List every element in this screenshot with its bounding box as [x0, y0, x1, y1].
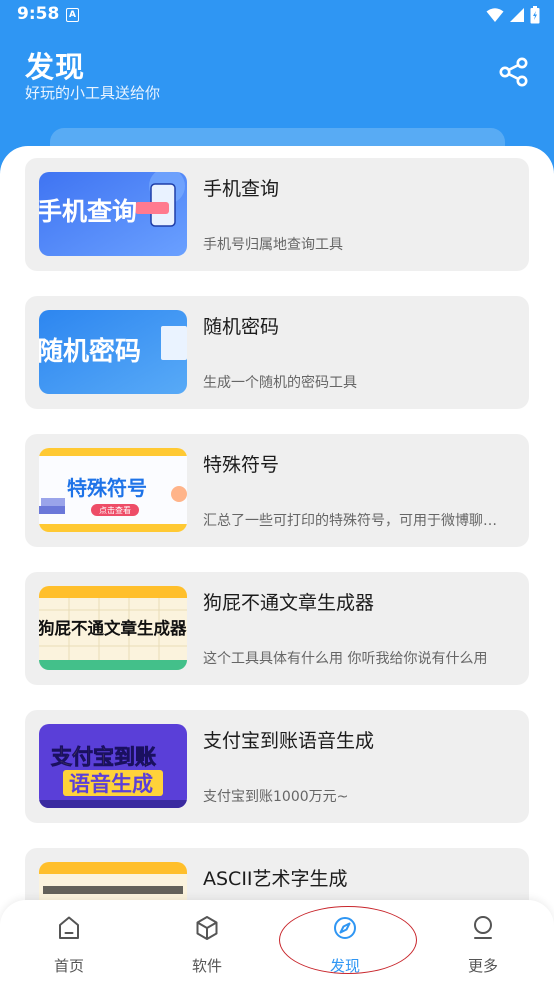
bottom-nav: 首页 软件 发现 更多 [0, 900, 554, 984]
thumb-text: 狗屁不通文章生成器 [39, 618, 187, 638]
nav-item-software[interactable]: 软件 [138, 900, 276, 984]
tool-card-nonsense-article[interactable]: 狗屁不通文章生成器 狗屁不通文章生成器 这个工具具体有什么用 你听我给你说有什么… [25, 572, 529, 685]
tool-description: 汇总了一些可打印的特殊符号，可用于微博聊… [203, 513, 497, 529]
thumb-text-line2: 语音生成 [69, 772, 153, 796]
tool-title: ASCII艺术字生成 [203, 868, 348, 890]
tool-title: 狗屁不通文章生成器 [203, 592, 375, 614]
tool-description: 手机号归属地查询工具 [203, 237, 343, 253]
person-icon [474, 916, 492, 939]
compass-icon [334, 917, 356, 939]
tool-thumbnail: 手机查询 [39, 172, 187, 256]
system-icons [486, 5, 540, 25]
nav-label: 发现 [329, 957, 360, 975]
tool-card-special-symbols[interactable]: 特殊符号 点击查看 特殊符号 汇总了一些可打印的特殊符号，可用于微博聊… [25, 434, 529, 547]
thumb-subtext: 点击查看 [99, 505, 131, 515]
status-bar: 9:58 A [0, 0, 554, 32]
tool-title: 随机密码 [203, 316, 280, 338]
nav-label: 更多 [467, 957, 498, 975]
tool-card-alipay-voice[interactable]: 支付宝到账 语音生成 支付宝到账语音生成 支付宝到账1000万元~ [25, 710, 529, 823]
tool-title: 手机查询 [203, 178, 280, 200]
tool-card-random-password[interactable]: 随机密码 随机密码 生成一个随机的密码工具 [25, 296, 529, 409]
page-subtitle: 好玩的小工具送给你 [25, 84, 161, 102]
tool-title: 特殊符号 [203, 454, 280, 476]
cube-icon [196, 916, 218, 940]
tool-title: 支付宝到账语音生成 [203, 730, 375, 752]
share-icon[interactable] [498, 56, 530, 88]
thumb-text: 手机查询 [39, 197, 137, 226]
thumb-text-line1: 支付宝到账 [51, 745, 156, 769]
page-title: 发现 [25, 50, 86, 84]
battery-icon [530, 6, 540, 24]
nav-label: 首页 [53, 957, 84, 975]
notification-icon: A [66, 8, 79, 22]
wifi-icon [486, 8, 504, 22]
tool-description: 这个工具具体有什么用 你听我给你说有什么用 [203, 651, 488, 667]
home-icon [59, 916, 79, 939]
tool-thumbnail: 狗屁不通文章生成器 [39, 586, 187, 670]
nav-label: 软件 [191, 957, 222, 975]
signal-icon [510, 8, 524, 22]
tool-thumbnail: 支付宝到账 语音生成 [39, 724, 187, 808]
nav-item-home[interactable]: 首页 [0, 900, 138, 984]
tool-thumbnail: 特殊符号 点击查看 [39, 448, 187, 532]
thumb-text: 随机密码 [39, 336, 141, 367]
nav-item-discover[interactable]: 发现 [276, 900, 414, 984]
thumb-text: 特殊符号 [67, 476, 147, 500]
nav-item-more[interactable]: 更多 [414, 900, 552, 984]
tool-thumbnail: 随机密码 [39, 310, 187, 394]
status-time: 9:58 [17, 4, 60, 24]
tool-description: 生成一个随机的密码工具 [203, 375, 357, 391]
tool-description: 支付宝到账1000万元~ [203, 789, 349, 805]
tool-card-phone-lookup[interactable]: 手机查询 手机查询 手机号归属地查询工具 [25, 158, 529, 271]
